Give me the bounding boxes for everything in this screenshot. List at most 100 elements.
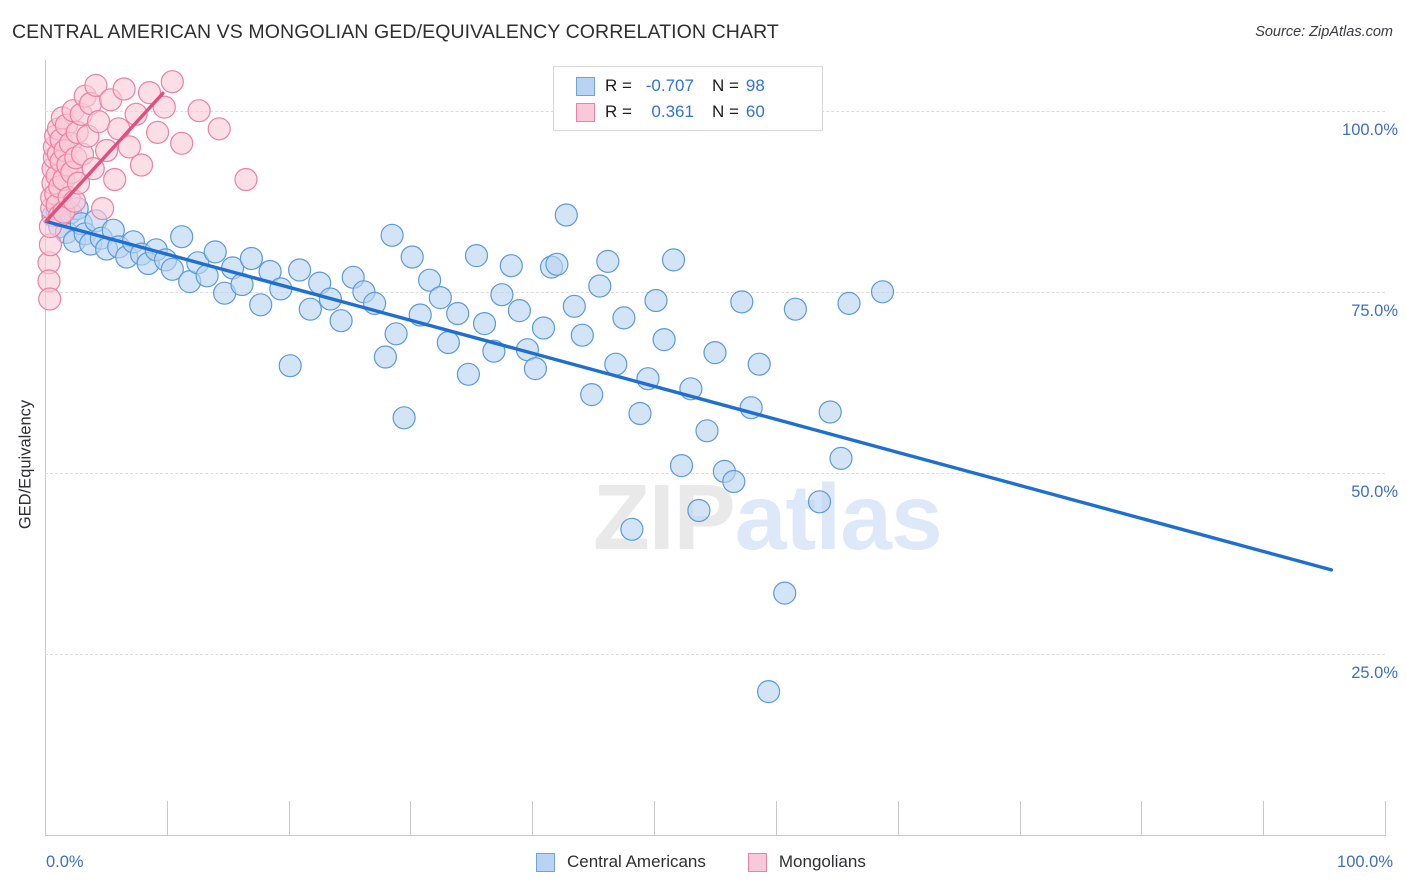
x-axis-tick [654, 801, 656, 835]
data-point [129, 153, 154, 177]
y-axis-title: GED/Equivalency [16, 399, 35, 530]
data-point [94, 138, 119, 163]
data-point [400, 245, 424, 269]
data-point [329, 309, 353, 333]
data-point [620, 517, 644, 541]
data-point [596, 249, 620, 273]
data-point [807, 490, 832, 514]
data-point [545, 252, 569, 276]
data-point [604, 352, 628, 376]
x-axis-tick [897, 801, 899, 835]
data-point [436, 330, 460, 355]
trendline-central-americans [44, 219, 1334, 572]
data-point [531, 316, 556, 340]
legend-label-central-americans: Central Americans [567, 852, 706, 871]
data-point [499, 254, 523, 278]
data-point [695, 419, 719, 443]
data-point [523, 357, 547, 381]
x-axis-tick [1019, 801, 1021, 835]
data-point [747, 352, 771, 376]
stat-r-label-0: R = [605, 76, 632, 95]
data-point [722, 469, 746, 494]
y-axis-tick-label: 50.0% [1351, 482, 1398, 501]
data-point [298, 297, 322, 321]
data-point [507, 299, 531, 323]
x-axis-tick [532, 801, 534, 835]
x-axis-tick [775, 801, 777, 835]
data-point [203, 240, 227, 264]
data-point [384, 322, 408, 346]
series-central-americans [41, 193, 895, 704]
plot-area: ZIPatlas [37, 60, 1385, 835]
data-point [446, 301, 470, 326]
stat-row-central-americans: R = -0.707 N = 98 [554, 73, 822, 99]
y-axis-tick-label: 25.0% [1351, 663, 1398, 682]
stat-n-label-0: N = [711, 76, 739, 95]
data-point [837, 291, 861, 315]
data-point [554, 203, 578, 227]
scatter-points-layer [37, 70, 1334, 704]
data-point [730, 290, 754, 314]
legend-item-mongolians[interactable]: Mongolians [747, 852, 866, 872]
data-point [249, 293, 273, 317]
source-attribution: Source: ZipAtlas.com [1255, 24, 1393, 40]
data-point [160, 70, 184, 94]
stat-swatch-pink [576, 102, 595, 122]
x-axis-tick [410, 801, 412, 835]
data-point [703, 341, 727, 365]
legend-swatch-mongolians [747, 852, 767, 872]
data-point [288, 258, 312, 282]
legend-item-central-americans[interactable]: Central Americans [536, 852, 706, 872]
data-point [90, 196, 115, 221]
data-point [112, 77, 136, 101]
data-point [456, 362, 480, 386]
x-axis-tick [1385, 801, 1386, 835]
data-point [86, 109, 111, 134]
data-point [652, 328, 676, 352]
x-axis-label-max: 100.0% [1337, 853, 1393, 871]
plot-bottom-axis [45, 835, 1386, 836]
data-point [580, 383, 604, 407]
data-point [464, 244, 489, 268]
data-point [562, 294, 586, 318]
correlation-stats-legend: R = -0.707 N = 98 R = 0.361 N = 60 [553, 66, 823, 131]
data-point [818, 400, 842, 424]
x-axis-tick [288, 801, 290, 835]
data-point [278, 354, 302, 378]
page-title: CENTRAL AMERICAN VS MONGOLIAN GED/EQUIVA… [12, 21, 779, 43]
data-point [829, 446, 853, 470]
stat-n-value-1: 60 [745, 102, 765, 121]
data-point [612, 306, 636, 330]
stat-r-label-1: R = [605, 102, 632, 121]
data-point [588, 274, 612, 298]
stat-n-label-1: N = [711, 102, 739, 121]
data-point [570, 323, 594, 347]
data-point [239, 246, 263, 271]
x-axis-tick [1141, 801, 1143, 835]
data-point [170, 131, 194, 155]
data-point [490, 283, 514, 307]
x-axis-label-min: 0.0% [46, 853, 84, 871]
data-point [472, 312, 497, 336]
data-point [170, 225, 194, 249]
x-axis-tick [166, 801, 168, 835]
data-point [392, 406, 416, 430]
legend-swatch-central-americans [536, 852, 555, 872]
data-point [38, 287, 62, 311]
y-axis-tick-label: 100.0% [1342, 120, 1398, 139]
stat-r-value-0: -0.707 [645, 76, 694, 95]
data-point [773, 581, 797, 605]
data-point [870, 280, 895, 304]
data-point [644, 288, 668, 313]
stat-n-value-0: 98 [745, 76, 765, 95]
x-axis-tick [1263, 801, 1265, 835]
data-point [207, 117, 231, 141]
data-point [628, 401, 652, 426]
stat-row-mongolians: R = 0.361 N = 60 [554, 99, 822, 125]
data-point [145, 120, 170, 145]
data-point [783, 297, 808, 321]
data-point [373, 345, 397, 369]
series-legend: Central Americans Mongolians [536, 852, 866, 872]
data-point [428, 286, 452, 310]
data-point [661, 248, 686, 272]
